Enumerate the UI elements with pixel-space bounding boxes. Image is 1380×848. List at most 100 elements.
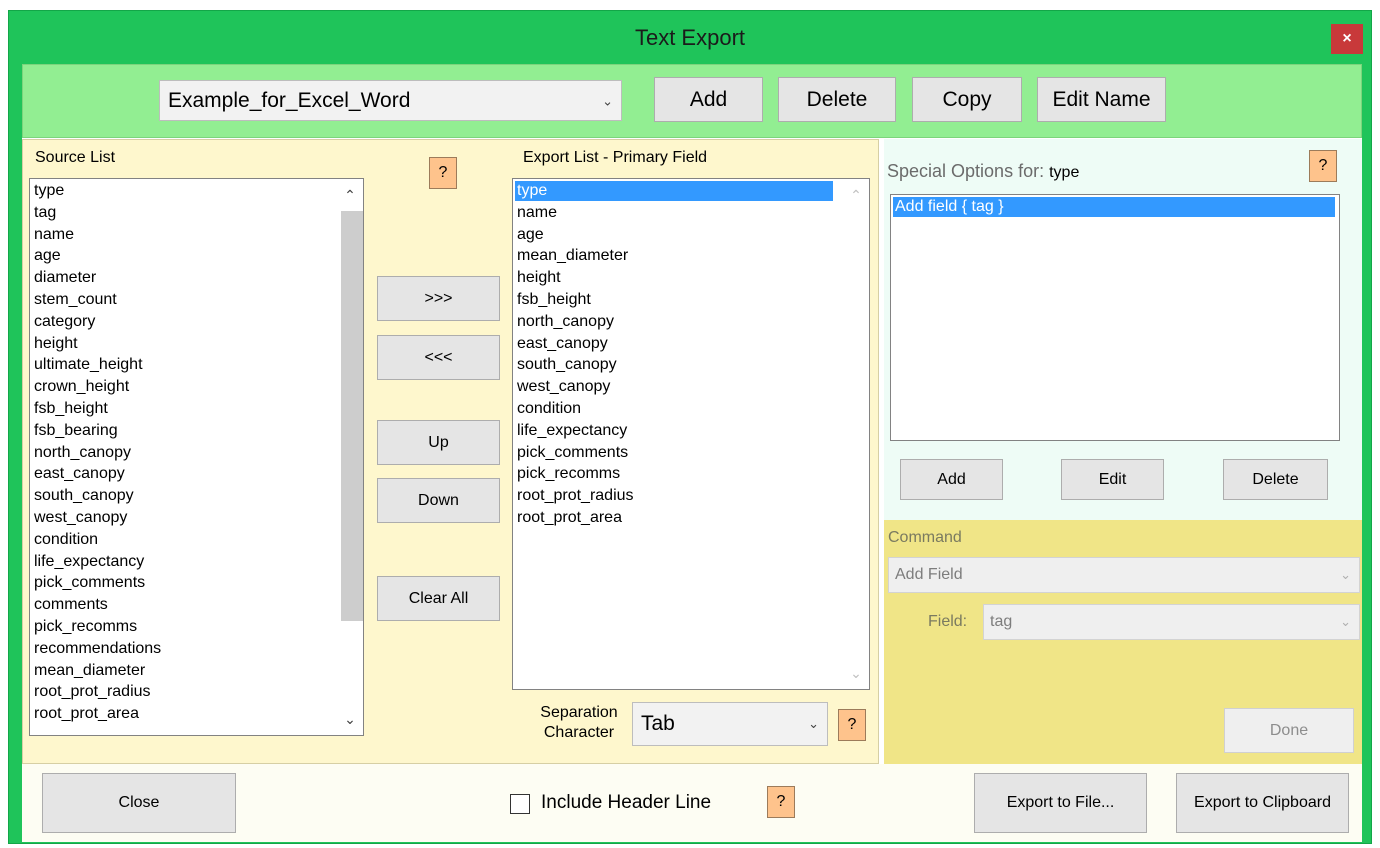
preset-select-value: Example_for_Excel_Word <box>168 89 411 112</box>
list-item[interactable]: east_canopy <box>517 334 608 354</box>
export-list[interactable]: ⌃ ⌄ type name age mean_diameter height fsb_he… <box>512 178 870 690</box>
separation-help-button[interactable]: ? <box>838 709 866 741</box>
list-item[interactable]: north_canopy <box>517 312 614 332</box>
list-item[interactable]: root_prot_radius <box>34 682 151 702</box>
close-window-button[interactable]: × <box>1331 24 1363 54</box>
include-header-label[interactable]: Include Header Line <box>541 792 711 814</box>
list-item[interactable]: age <box>34 246 61 266</box>
list-item[interactable]: pick_recomms <box>517 464 620 484</box>
export-list-scrollbar[interactable]: ⌃ ⌄ <box>843 179 869 689</box>
list-item[interactable]: mean_diameter <box>517 246 628 266</box>
list-item[interactable]: mean_diameter <box>34 661 145 681</box>
source-list[interactable]: ⌃ ⌄ type tag name age diameter stem_count cate… <box>29 178 364 736</box>
list-item[interactable]: stem_count <box>34 290 117 310</box>
list-item[interactable]: condition <box>517 399 581 419</box>
move-down-button[interactable]: Down <box>377 478 500 523</box>
scroll-up-icon[interactable]: ⌃ <box>337 185 363 205</box>
list-item[interactable]: root_prot_area <box>34 704 139 724</box>
command-panel: Command Add Field ⌄ Field: tag ⌄ Done <box>884 520 1362 764</box>
list-item[interactable]: type <box>515 181 833 201</box>
scroll-up-icon[interactable]: ⌃ <box>843 185 869 205</box>
scroll-down-icon[interactable]: ⌄ <box>843 663 869 683</box>
list-item[interactable]: Add field { tag } <box>893 197 1335 217</box>
list-item[interactable]: height <box>517 268 561 288</box>
special-options-list[interactable]: Add field { tag } <box>890 194 1340 441</box>
separation-character-value: Tab <box>641 712 675 735</box>
done-button[interactable]: Done <box>1224 708 1354 753</box>
export-to-file-button[interactable]: Export to File... <box>974 773 1147 833</box>
list-item[interactable]: east_canopy <box>34 464 125 484</box>
list-item[interactable]: pick_recomms <box>34 617 137 637</box>
list-item[interactable]: west_canopy <box>34 508 127 528</box>
preset-select[interactable]: Example_for_Excel_Word ⌄ <box>159 80 622 121</box>
list-item[interactable]: recommendations <box>34 639 161 659</box>
remove-from-export-button[interactable]: <<< <box>377 335 500 380</box>
special-add-button[interactable]: Add <box>900 459 1003 500</box>
list-item[interactable]: name <box>34 225 74 245</box>
list-item[interactable]: life_expectancy <box>517 421 627 441</box>
clear-all-button[interactable]: Clear All <box>377 576 500 621</box>
list-item[interactable]: tag <box>34 203 56 223</box>
close-icon: × <box>1342 30 1352 47</box>
field-select[interactable]: tag ⌄ <box>983 604 1360 640</box>
special-options-field: type <box>1049 164 1080 181</box>
field-lists-help-button[interactable]: ? <box>429 157 457 189</box>
list-item[interactable]: category <box>34 312 95 332</box>
list-item[interactable]: comments <box>34 595 108 615</box>
add-to-export-button[interactable]: >>> <box>377 276 500 321</box>
list-item[interactable]: north_canopy <box>34 443 131 463</box>
window-title: Text Export <box>634 25 746 50</box>
chevron-down-icon: ⌄ <box>808 716 819 731</box>
scrollbar-thumb[interactable] <box>341 211 363 621</box>
command-label: Command <box>888 529 962 546</box>
preset-edit-name-button[interactable]: Edit Name <box>1037 77 1166 122</box>
list-item[interactable]: name <box>517 203 557 223</box>
move-up-button[interactable]: Up <box>377 420 500 465</box>
export-list-label: Export List - Primary Field <box>523 149 708 166</box>
list-item[interactable]: pick_comments <box>34 573 145 593</box>
scroll-down-icon[interactable]: ⌄ <box>337 709 363 729</box>
separation-character-select[interactable]: Tab ⌄ <box>632 702 828 746</box>
include-header-help-button[interactable]: ? <box>767 786 795 818</box>
preset-toolbar: Example_for_Excel_Word ⌄ Add Delete Copy… <box>22 64 1362 138</box>
include-header-checkbox[interactable] <box>510 794 530 814</box>
list-item[interactable]: life_expectancy <box>34 552 144 572</box>
chevron-down-icon: ⌄ <box>1340 614 1351 629</box>
list-item[interactable]: fsb_height <box>517 290 591 310</box>
list-item[interactable]: pick_comments <box>517 443 628 463</box>
list-item[interactable]: ultimate_height <box>34 355 143 375</box>
special-options-panel: Special Options for: type ? Add field { … <box>884 139 1362 520</box>
source-list-scrollbar[interactable]: ⌃ ⌄ <box>337 179 363 735</box>
list-item[interactable]: south_canopy <box>517 355 617 375</box>
list-item[interactable]: root_prot_radius <box>517 486 634 506</box>
export-to-clipboard-button[interactable]: Export to Clipboard <box>1176 773 1349 833</box>
command-select-value: Add Field <box>895 566 963 583</box>
list-item[interactable]: condition <box>34 530 98 550</box>
list-item[interactable]: age <box>517 225 544 245</box>
list-item[interactable]: fsb_height <box>34 399 108 419</box>
special-options-label: Special Options for: type <box>887 161 1079 182</box>
field-label: Field: <box>928 613 968 630</box>
list-item[interactable]: crown_height <box>34 377 129 397</box>
field-select-value: tag <box>990 613 1013 630</box>
command-select[interactable]: Add Field ⌄ <box>888 557 1360 593</box>
special-delete-button[interactable]: Delete <box>1223 459 1328 500</box>
preset-delete-button[interactable]: Delete <box>778 77 896 122</box>
preset-add-button[interactable]: Add <box>654 77 763 122</box>
list-item[interactable]: height <box>34 334 78 354</box>
source-list-label: Source List <box>35 149 116 166</box>
separation-label-line2: Character <box>543 724 615 741</box>
list-item[interactable]: west_canopy <box>517 377 610 397</box>
preset-copy-button[interactable]: Copy <box>912 77 1022 122</box>
list-item[interactable]: fsb_bearing <box>34 421 118 441</box>
list-item[interactable]: diameter <box>34 268 96 288</box>
list-item[interactable]: type <box>34 181 64 201</box>
separation-label: Separation Character <box>529 703 629 743</box>
text-export-window: Text Export × Example_for_Excel_Word ⌄ A… <box>8 10 1372 844</box>
list-item[interactable]: root_prot_area <box>517 508 622 528</box>
close-button[interactable]: Close <box>42 773 236 833</box>
list-item[interactable]: south_canopy <box>34 486 134 506</box>
special-edit-button[interactable]: Edit <box>1061 459 1164 500</box>
special-options-help-button[interactable]: ? <box>1309 150 1337 182</box>
footer-bar: Close Include Header Line ? Export to Fi… <box>22 764 1362 842</box>
